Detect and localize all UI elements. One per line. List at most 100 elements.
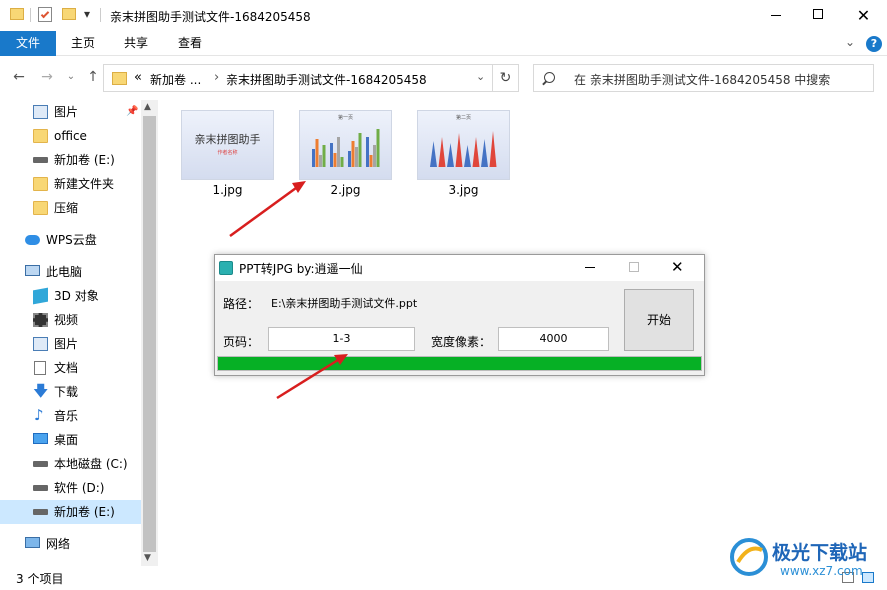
navigation-pane: 图片 📌 office 新加卷 (E:) 新建文件夹 压缩 WPS云盘 此电脑 … (0, 100, 158, 566)
thumb-cone (481, 139, 488, 167)
path-value: E:\亲末拼图助手测试文件.ppt (271, 297, 418, 310)
thumb-cone (472, 137, 480, 167)
breadcrumb-parent[interactable]: 新加卷 ... (150, 71, 201, 88)
minimize-button[interactable] (754, 0, 800, 31)
file-thumbnail-1[interactable]: 亲末拼图助手 作者名称 (181, 110, 274, 180)
sidebar-item-drive-e[interactable]: 新加卷 (E:) (0, 500, 141, 524)
start-button[interactable]: 开始 (624, 289, 694, 351)
thumb-cone (455, 133, 463, 167)
file-thumbnail-3[interactable]: 第二页 (417, 110, 510, 180)
bar-chart-thumbnail (312, 129, 380, 167)
tab-home[interactable]: 主页 (58, 31, 108, 56)
thumb-bar (340, 157, 344, 167)
thumb-bars (312, 129, 380, 167)
sidebar-item-office[interactable]: office (0, 124, 141, 148)
pin-icon[interactable]: 📌 (126, 100, 138, 124)
sidebar-item-desktop[interactable]: 桌面 (0, 428, 141, 452)
sidebar-item-drive-c[interactable]: 本地磁盘 (C:) (0, 452, 141, 476)
forward-arrow-icon[interactable]: → (38, 68, 56, 86)
scroll-down-icon[interactable]: ▼ (144, 553, 151, 563)
path-label: 路径： (223, 297, 260, 311)
qat-dropdown-icon[interactable]: ▾ (84, 7, 90, 21)
folder-icon (112, 72, 127, 85)
thumb-bar (358, 133, 362, 167)
file-name[interactable]: 3.jpg (417, 183, 510, 197)
recent-dropdown-icon[interactable]: ⌄ (62, 68, 80, 86)
breadcrumb-current[interactable]: 亲末拼图助手测试文件-1684205458 (226, 71, 427, 88)
thumb-bar (348, 151, 351, 167)
close-button[interactable]: ✕ (840, 0, 887, 31)
sidebar-item-drive-e-quick[interactable]: 新加卷 (E:) (0, 148, 141, 172)
tab-share[interactable]: 共享 (110, 31, 162, 56)
title-bar: ▾ 亲末拼图助手测试文件-1684205458 ✕ (0, 0, 887, 31)
sidebar-item-3d-objects[interactable]: 3D 对象 (0, 284, 141, 308)
sidebar-item-videos[interactable]: 视频 (0, 308, 141, 332)
computer-icon (25, 265, 40, 276)
scroll-up-icon[interactable]: ▲ (144, 102, 151, 112)
address-bar[interactable]: « 新加卷 ... › 亲末拼图助手测试文件-1684205458 ⌄ (103, 64, 493, 92)
file-name[interactable]: 1.jpg (181, 183, 274, 197)
refresh-button[interactable]: ↻ (493, 64, 519, 92)
drive-icon (33, 461, 48, 467)
watermark-brand: 极光下载站 (772, 542, 868, 564)
ribbon: 文件 主页 共享 查看 ⌄ ? (0, 31, 887, 56)
dialog-minimize-button[interactable] (585, 267, 595, 268)
watermark-logo (730, 538, 768, 576)
back-arrow-icon[interactable]: ← (10, 68, 28, 86)
address-dropdown-icon[interactable]: ⌄ (476, 70, 485, 83)
sidebar-scroll-thumb[interactable] (143, 116, 156, 552)
pictures-icon (33, 105, 48, 119)
thumb-bar (322, 145, 326, 167)
thumb-bar (355, 147, 358, 167)
thumb-bar (369, 155, 373, 167)
breadcrumb-separator[interactable]: › (214, 70, 219, 85)
breadcrumb-overflow[interactable]: « (134, 70, 142, 85)
watermark-url: www.xz7.com (780, 564, 863, 578)
chevron-down-icon[interactable]: ⌄ (845, 35, 855, 49)
watermark: 极光下载站 www.xz7.com (728, 534, 884, 584)
sidebar-item-drive-d[interactable]: 软件 (D:) (0, 476, 141, 500)
folder-icon (33, 177, 48, 191)
sidebar-item-network[interactable]: 网络 (0, 532, 141, 556)
search-input[interactable]: 在 亲末拼图助手测试文件-1684205458 中搜索 (533, 64, 874, 92)
item-count: 3 个项目 (16, 572, 64, 586)
help-icon[interactable]: ? (866, 36, 882, 52)
sidebar-item-new-folder[interactable]: 新建文件夹 (0, 172, 141, 196)
sidebar-item-compress[interactable]: 压缩 (0, 196, 141, 220)
tab-file[interactable]: 文件 (0, 31, 56, 56)
width-pixels-input[interactable]: 4000 (498, 327, 609, 351)
thumb-bar (337, 137, 340, 167)
folder-icon (10, 8, 24, 20)
progress-bar (217, 356, 702, 371)
pictures-icon (33, 337, 48, 351)
cone-chart-thumbnail (430, 131, 497, 167)
thumb-bar (333, 153, 337, 167)
file-name[interactable]: 2.jpg (299, 183, 392, 197)
dialog-title-bar: PPT转JPG by:逍遥一仙 ✕ (215, 255, 704, 281)
sidebar-item-wps-cloud[interactable]: WPS云盘 (0, 228, 141, 252)
window-title: 亲末拼图助手测试文件-1684205458 (110, 10, 311, 24)
dialog-title: PPT转JPG by:逍遥一仙 (239, 262, 363, 276)
sidebar-item-pictures-pc[interactable]: 图片 (0, 332, 141, 356)
thumb-bar (376, 129, 380, 167)
dialog-maximize-button[interactable] (629, 262, 639, 272)
thumb-bar (373, 145, 376, 167)
file-thumbnail-2[interactable]: 第一页 (299, 110, 392, 180)
sidebar-item-downloads[interactable]: 🡇 下载 (0, 380, 141, 404)
sidebar-item-documents[interactable]: 文档 (0, 356, 141, 380)
page-range-input[interactable]: 1-3 (268, 327, 415, 351)
folder-icon (33, 201, 48, 215)
ppt-to-jpg-dialog: PPT转JPG by:逍遥一仙 ✕ 路径： E:\亲末拼图助手测试文件.ppt … (214, 254, 705, 376)
maximize-button[interactable] (800, 0, 840, 31)
thumb-bar (366, 137, 369, 167)
sidebar-item-this-pc[interactable]: 此电脑 (0, 260, 141, 284)
new-folder-icon[interactable] (62, 8, 76, 20)
thumb-bar (319, 155, 322, 167)
properties-icon[interactable] (38, 7, 52, 22)
sidebar-item-music[interactable]: ♪ 音乐 (0, 404, 141, 428)
sidebar-item-pictures[interactable]: 图片 📌 (0, 100, 141, 124)
dialog-close-button[interactable]: ✕ (671, 258, 684, 276)
thumb-bar (330, 143, 333, 167)
tab-view[interactable]: 查看 (164, 31, 216, 56)
up-arrow-icon[interactable]: ↑ (84, 68, 102, 86)
